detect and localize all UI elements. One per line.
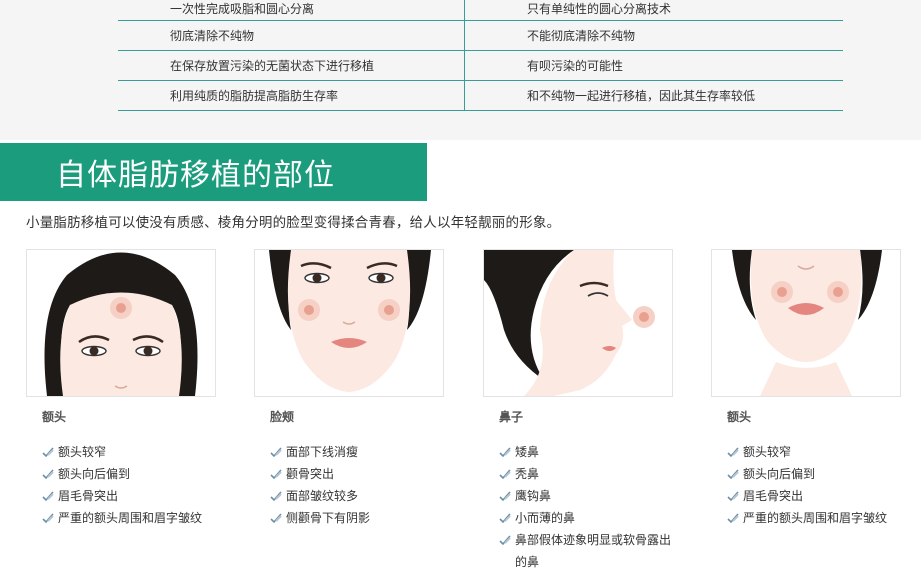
list-item: 严重的额头周围和眉字皱纹 <box>42 507 216 529</box>
list-item: 额头向后偏到 <box>42 463 216 485</box>
pencil-check-icon <box>499 447 511 458</box>
list-item: 侧颧骨下有阴影 <box>270 507 444 529</box>
pencil-check-icon <box>727 447 739 458</box>
area-card-nose: 鼻子 矮鼻 秃鼻 鹰钩鼻 小而薄的鼻 鼻部假体迹象明显或软骨露出的鼻 <box>483 249 673 573</box>
list-item: 小而薄的鼻 <box>499 507 673 529</box>
list-item: 眉毛骨突出 <box>42 485 216 507</box>
pencil-check-icon <box>727 491 739 502</box>
pencil-check-icon <box>499 491 511 502</box>
pencil-check-icon <box>499 535 511 546</box>
pencil-check-icon <box>270 447 282 458</box>
table-cell-left: 利用纯质的脂肪提高脂肪生存率 <box>118 81 465 110</box>
cheek-face-image <box>254 249 444 397</box>
comparison-table: 一次性完成吸脂和圆心分离 只有单纯性的圆心分离技术 彻底清除不纯物 不能彻底清除… <box>118 0 843 111</box>
content-panel: 小量脂肪移植可以使没有质感、棱角分明的脸型变得揉合青春，给人以年轻靓丽的形象。 … <box>14 207 921 569</box>
nose-profile-image <box>483 249 673 397</box>
list-item: 颧骨突出 <box>270 463 444 485</box>
list-item: 鹰钩鼻 <box>499 485 673 507</box>
list-item: 鼻部假体迹象明显或软骨露出的鼻 <box>499 529 673 573</box>
section-title: 自体脂肪移植的部位 <box>56 158 335 193</box>
section-banner: 自体脂肪移植的部位 <box>0 143 427 201</box>
table-row: 一次性完成吸脂和圆心分离 只有单纯性的圆心分离技术 <box>118 0 843 21</box>
intro-text: 小量脂肪移植可以使没有质感、棱角分明的脸型变得揉合青春，给人以年轻靓丽的形象。 <box>26 215 561 231</box>
list-item: 眉毛骨突出 <box>727 485 901 507</box>
pencil-check-icon <box>42 447 54 458</box>
symptom-list: 面部下线消瘦 颧骨突出 面部皱纹较多 侧颧骨下有阴影 <box>270 441 444 529</box>
symptom-list: 矮鼻 秃鼻 鹰钩鼻 小而薄的鼻 鼻部假体迹象明显或软骨露出的鼻 <box>499 441 673 573</box>
list-item: 秃鼻 <box>499 463 673 485</box>
area-card-title: 脸颊 <box>270 410 295 424</box>
area-card-title: 额头 <box>727 410 752 424</box>
list-item: 面部皱纹较多 <box>270 485 444 507</box>
area-card-cheek: 脸颊 面部下线消瘦 颧骨突出 面部皱纹较多 侧颧骨下有阴影 <box>254 249 444 529</box>
table-cell-right: 有呗污染的可能性 <box>527 59 624 73</box>
table-cell-left: 在保存放置污染的无菌状态下进行移植 <box>118 51 465 80</box>
area-card-lower-face: 额头 额头较窄 额头向后偏到 眉毛骨突出 严重的额头周围和眉字皱纹 <box>711 249 901 529</box>
pencil-check-icon <box>42 491 54 502</box>
pencil-check-icon <box>499 469 511 480</box>
table-cell-left: 彻底清除不纯物 <box>118 21 465 50</box>
symptom-list: 额头较窄 额头向后偏到 眉毛骨突出 严重的额头周围和眉字皱纹 <box>42 441 216 529</box>
pencil-check-icon <box>727 513 739 524</box>
pencil-check-icon <box>499 513 511 524</box>
pencil-check-icon <box>270 513 282 524</box>
list-item: 额头向后偏到 <box>727 463 901 485</box>
list-item: 严重的额头周围和眉字皱纹 <box>727 507 901 529</box>
table-row: 彻底清除不纯物 不能彻底清除不纯物 <box>118 21 843 51</box>
list-item: 额头较窄 <box>42 441 216 463</box>
area-card-title: 鼻子 <box>499 410 524 424</box>
area-card-forehead: 额头 额头较窄 额头向后偏到 眉毛骨突出 严重的额头周围和眉字皱纹 <box>26 249 216 529</box>
lip-face-image <box>711 249 901 397</box>
table-row: 在保存放置污染的无菌状态下进行移植 有呗污染的可能性 <box>118 51 843 81</box>
table-row: 利用纯质的脂肪提高脂肪生存率 和不纯物一起进行移植，因此其生存率较低 <box>118 81 843 111</box>
list-item: 面部下线消瘦 <box>270 441 444 463</box>
table-cell-right: 不能彻底清除不纯物 <box>527 29 636 43</box>
list-item: 矮鼻 <box>499 441 673 463</box>
pencil-check-icon <box>42 513 54 524</box>
table-cell-left: 一次性完成吸脂和圆心分离 <box>118 0 465 20</box>
pencil-check-icon <box>270 491 282 502</box>
forehead-face-image <box>26 249 216 397</box>
area-card-title: 额头 <box>42 410 67 424</box>
table-cell-right: 和不纯物一起进行移植，因此其生存率较低 <box>527 89 756 103</box>
list-item: 额头较窄 <box>727 441 901 463</box>
table-cell-right: 只有单纯性的圆心分离技术 <box>527 2 672 16</box>
pencil-check-icon <box>727 469 739 480</box>
pencil-check-icon <box>270 469 282 480</box>
symptom-list: 额头较窄 额头向后偏到 眉毛骨突出 严重的额头周围和眉字皱纹 <box>727 441 901 529</box>
pencil-check-icon <box>42 469 54 480</box>
